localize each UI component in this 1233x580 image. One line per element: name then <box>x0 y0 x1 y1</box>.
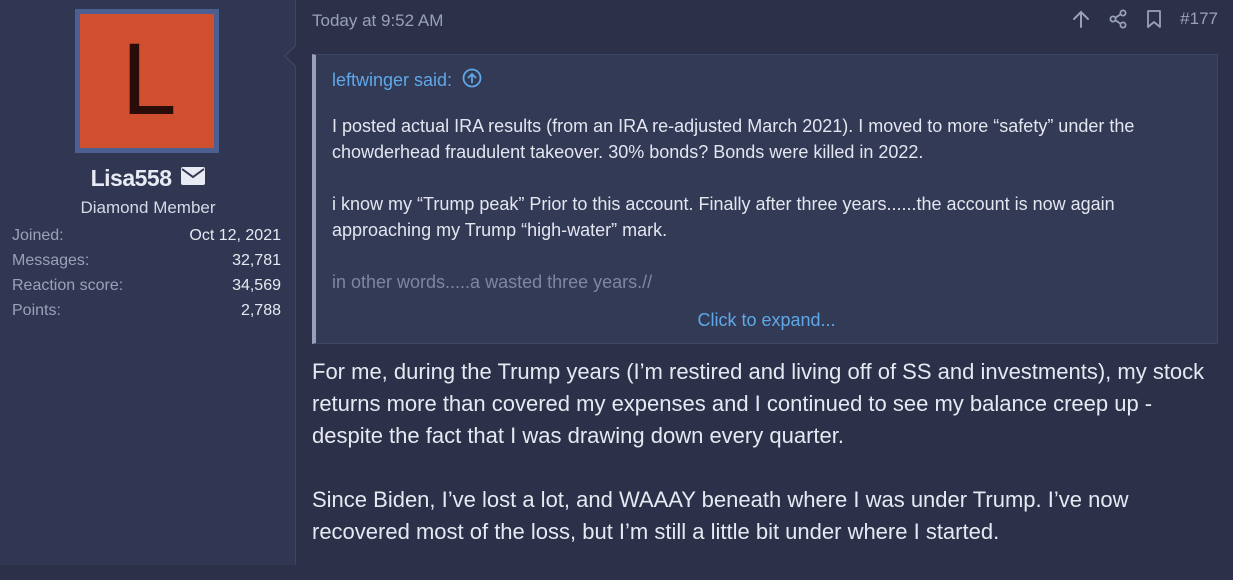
stat-points: Points: 2,788 <box>12 302 281 327</box>
stat-messages: Messages: 32,781 <box>12 252 281 277</box>
post-date[interactable]: Today at 9:52 AM <box>312 11 443 31</box>
user-panel: L Lisa558 Diamond Member Joined: Oct 12,… <box>0 0 296 565</box>
quote-paragraph: i know my “Trump peak” Prior to this acc… <box>332 194 1115 240</box>
arrow-up-icon[interactable] <box>1072 9 1090 29</box>
stat-value[interactable]: 2,788 <box>241 302 281 327</box>
message-arrow-inner <box>286 45 297 67</box>
stat-joined: Joined: Oct 12, 2021 <box>12 227 281 252</box>
share-icon[interactable] <box>1108 9 1128 29</box>
envelope-icon[interactable] <box>181 164 206 191</box>
quote-paragraph: I posted actual IRA results (from an IRA… <box>332 116 1135 162</box>
user-title: Diamond Member <box>80 198 216 217</box>
quote-author[interactable]: leftwinger said: <box>332 68 482 93</box>
stat-label: Reaction score: <box>12 277 124 294</box>
stat-label: Messages: <box>12 252 90 269</box>
post-paragraph: Since Biden, I’ve lost a lot, and WAAAY … <box>312 487 1129 544</box>
quote-author-label[interactable]: leftwinger said: <box>332 70 452 91</box>
quote-paragraph: in other words.....a wasted three years.… <box>332 272 653 292</box>
post-actions: #177 <box>1072 9 1218 29</box>
stat-reaction-score: Reaction score: 34,569 <box>12 277 281 302</box>
stat-value: 34,569 <box>232 277 281 294</box>
jump-to-quote-icon[interactable] <box>462 68 482 93</box>
user-stats: Joined: Oct 12, 2021 Messages: 32,781 Re… <box>12 227 281 327</box>
post-body: For me, during the Trump years (I’m rest… <box>312 356 1217 580</box>
stat-label: Joined: <box>12 227 64 244</box>
expand-quote-link[interactable]: Click to expand... <box>316 310 1217 331</box>
username-link[interactable]: Lisa558 <box>91 165 172 191</box>
stat-label: Points: <box>12 302 61 319</box>
username-row: Lisa558 <box>0 165 296 192</box>
quote-content: I posted actual IRA results (from an IRA… <box>332 113 1192 298</box>
avatar-letter: L <box>80 14 214 148</box>
post-paragraph: For me, during the Trump years (I’m rest… <box>312 359 1205 448</box>
quote-block: leftwinger said: I posted actual IRA res… <box>312 54 1218 344</box>
bookmark-icon[interactable] <box>1146 9 1162 29</box>
avatar[interactable]: L <box>75 9 219 153</box>
post-number[interactable]: #177 <box>1180 9 1218 29</box>
stat-value: Oct 12, 2021 <box>189 227 281 244</box>
stat-value[interactable]: 32,781 <box>232 252 281 277</box>
